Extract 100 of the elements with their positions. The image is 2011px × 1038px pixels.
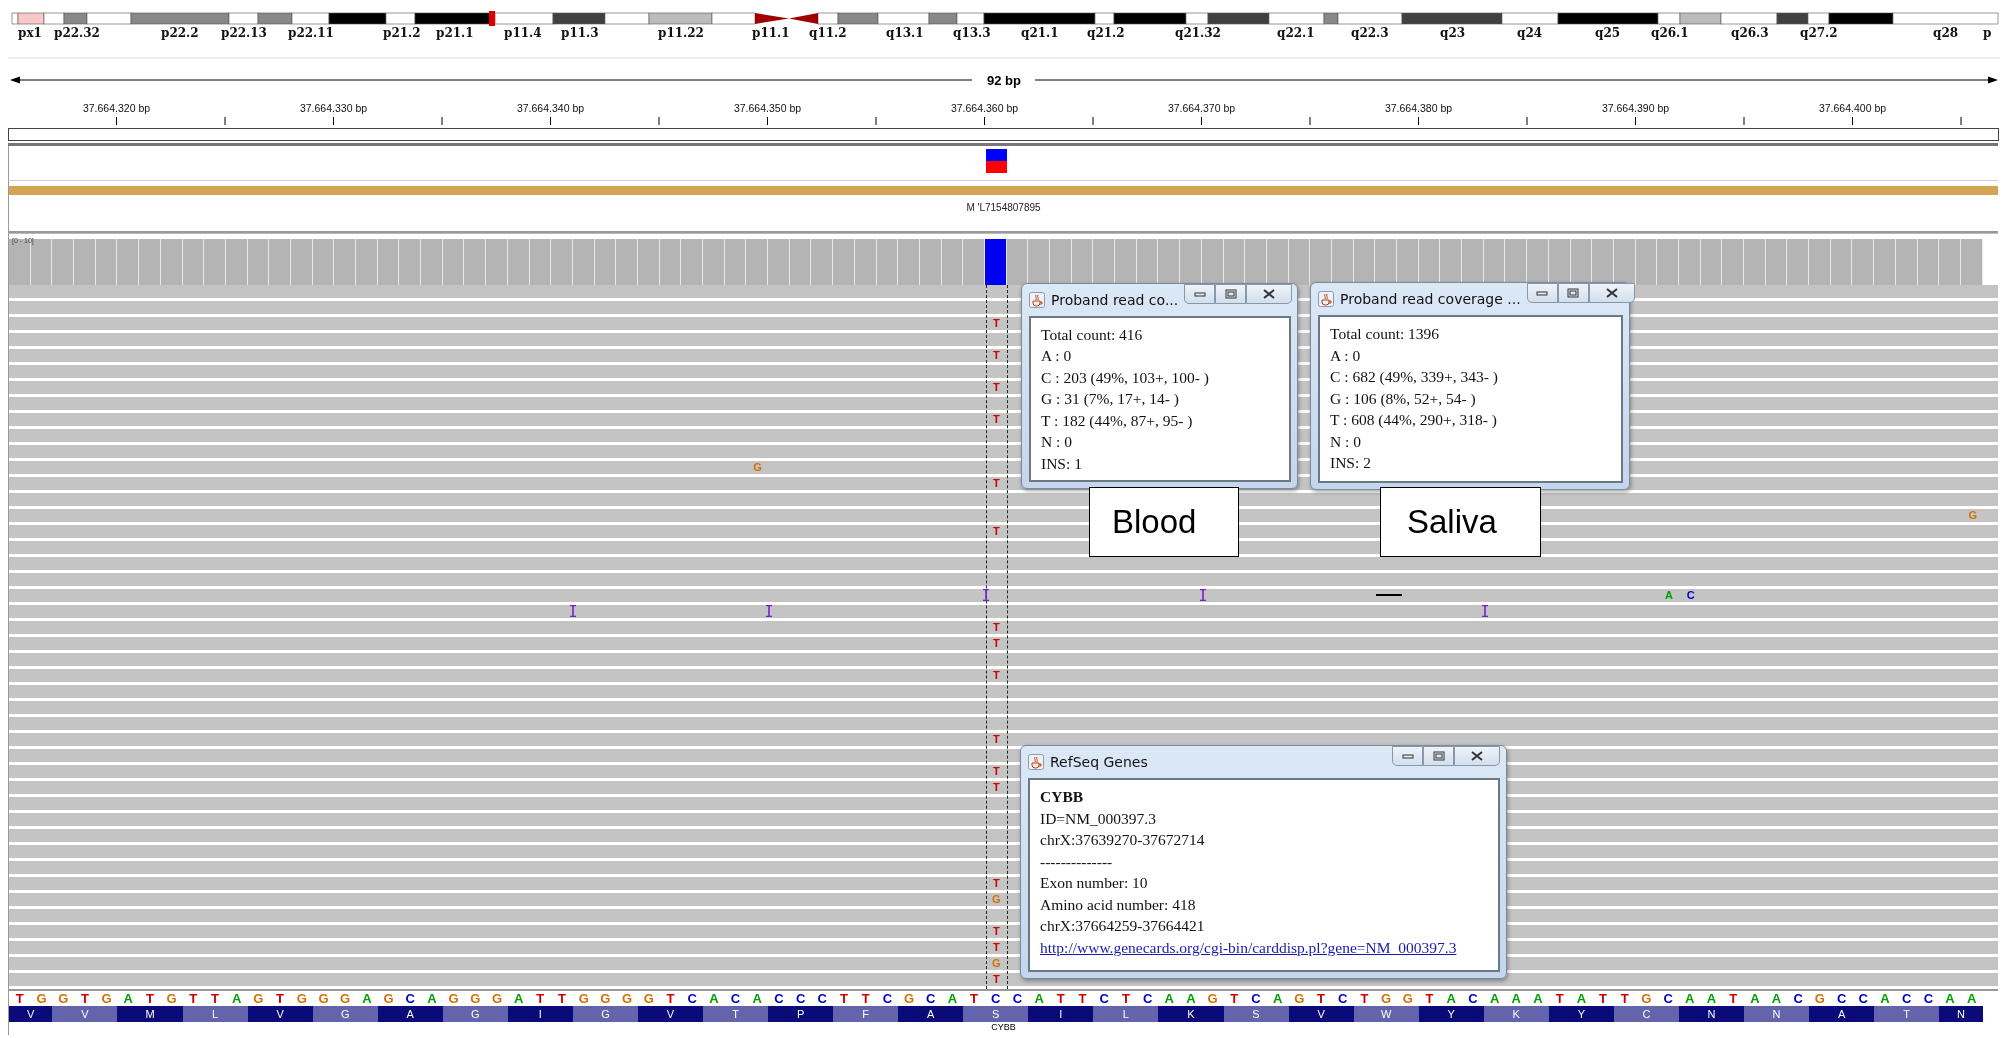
amino-acid-cell: T — [703, 1006, 769, 1022]
text-line: Amino acid number: 418 — [1040, 894, 1197, 915]
amino-acid-cell: F — [833, 1006, 899, 1022]
sequence-base: T — [79, 991, 90, 1006]
coverage-bar — [334, 239, 356, 285]
band-label: p22.32 — [54, 26, 100, 40]
text-line: G : 106 (8%, 52+, 54- ) — [1330, 388, 1477, 409]
sequence-base: T — [188, 991, 199, 1006]
mismatch-base: T — [991, 781, 1001, 794]
minimize-button[interactable] — [1392, 746, 1423, 766]
ruler-tick — [550, 116, 551, 126]
ruler-tick — [1309, 116, 1311, 126]
sequence-base: G — [1813, 991, 1826, 1006]
sequence-base: A — [1879, 991, 1891, 1006]
text-line: A : 0 — [1041, 346, 1073, 366]
coverage-bar — [377, 239, 400, 285]
sequence-base: G — [902, 991, 916, 1006]
amino-acid-cell: V — [247, 1006, 313, 1022]
sequence-base: A — [1575, 991, 1588, 1006]
coverage-bar — [312, 239, 335, 285]
amino-acid-cell: N — [1744, 1006, 1810, 1022]
ruler-tick — [441, 116, 443, 126]
amino-acid-cell: V — [637, 1006, 703, 1022]
mismatch-base: T — [991, 973, 1001, 986]
coverage-bar — [1397, 239, 1419, 285]
maximize-button[interactable] — [1423, 746, 1454, 766]
coverage-bar — [789, 239, 812, 285]
sequence-base: G — [1401, 991, 1414, 1006]
coverage-bar — [1657, 239, 1679, 285]
coverage-bar — [247, 239, 270, 285]
annotation-label: Saliva — [1380, 487, 1541, 557]
close-button[interactable] — [1454, 746, 1500, 766]
coverage-bar — [637, 239, 660, 285]
minimize-button[interactable] — [1184, 284, 1216, 304]
coverage-bar — [1960, 239, 1983, 285]
sequence-base: C — [1467, 991, 1479, 1006]
sequence-base: C — [404, 991, 416, 1006]
sequence-base: A — [1510, 991, 1522, 1006]
maximize-button[interactable] — [1557, 283, 1589, 303]
sequence-base: C — [1792, 991, 1804, 1006]
coverage-bar — [833, 239, 855, 285]
sequence-base: T — [1120, 991, 1131, 1006]
ruler-tick — [333, 116, 334, 126]
coverage-bar — [572, 239, 595, 285]
position-label: 37.664.390 bp — [1601, 102, 1670, 114]
mismatch-base: T — [991, 925, 1001, 938]
mismatch-base: T — [991, 637, 1001, 650]
coverage-bar — [811, 239, 834, 285]
coverage-bar — [507, 239, 530, 285]
text-line: A : 0 — [1330, 345, 1362, 366]
text-line: N : 0 — [1041, 432, 1073, 452]
insertion-icon — [1481, 605, 1488, 617]
band-label: q21.1 — [1021, 26, 1059, 40]
sequence-base: G — [252, 991, 265, 1006]
coverage-bar — [854, 239, 877, 285]
band-label: q24 — [1517, 26, 1543, 40]
close-button[interactable] — [1246, 284, 1293, 304]
minimize-button[interactable] — [1526, 283, 1558, 303]
amino-acid-cell: A — [1809, 1006, 1875, 1022]
amino-acid-cell: N — [1939, 1006, 1983, 1022]
ruler-tick — [1852, 116, 1853, 126]
coverage-bar — [356, 239, 378, 285]
sequence-base: C — [1662, 991, 1674, 1006]
sequence-base: G — [57, 991, 70, 1006]
close-icon — [1471, 751, 1483, 761]
coverage-bar — [1527, 239, 1549, 285]
text-line: T : 182 (44%, 87+, 95- ) — [1041, 410, 1194, 431]
insertion-icon — [570, 605, 577, 617]
coverage-bar — [1635, 239, 1658, 285]
sequence-base: G — [469, 991, 482, 1006]
maximize-button[interactable] — [1215, 284, 1247, 304]
coverage-bar — [204, 239, 226, 285]
coverage-bar — [876, 239, 899, 285]
mismatch-base: T — [991, 669, 1001, 682]
sequence-base: T — [145, 991, 155, 1006]
text-line: Total count: 1396 — [1330, 324, 1441, 344]
sequence-base: T — [1229, 991, 1240, 1006]
coverage-bar — [1809, 239, 1831, 285]
amino-acid-cell: K — [1158, 1006, 1224, 1022]
band-label: q26.1 — [1651, 26, 1689, 40]
mismatch-base: T — [991, 349, 1001, 362]
sequence-base: C — [773, 991, 785, 1006]
coverage-bar — [594, 239, 617, 285]
band-label: q21.32 — [1175, 26, 1221, 40]
sequence-base: A — [1705, 991, 1718, 1006]
coverage-bar — [1592, 239, 1614, 285]
band-label: p22.11 — [288, 26, 334, 40]
sequence-base: T — [14, 991, 25, 1006]
ruler-tick — [224, 116, 226, 126]
coverage-bar — [616, 239, 638, 285]
coverage-bar — [659, 239, 682, 285]
sequence-base: A — [1532, 991, 1544, 1006]
sequence-base: G — [1293, 991, 1306, 1006]
coverage-bar — [1115, 239, 1137, 285]
sequence-base: T — [1728, 991, 1739, 1006]
close-button[interactable] — [1588, 283, 1635, 303]
coverage-bar — [1158, 239, 1181, 285]
genecards-link[interactable]: http://www.genecards.org/cgi-bin/carddisp.pl?gene=NM_000397.3 — [1040, 938, 1457, 956]
close-icon — [1605, 288, 1618, 298]
sequence-base: T — [210, 991, 220, 1006]
